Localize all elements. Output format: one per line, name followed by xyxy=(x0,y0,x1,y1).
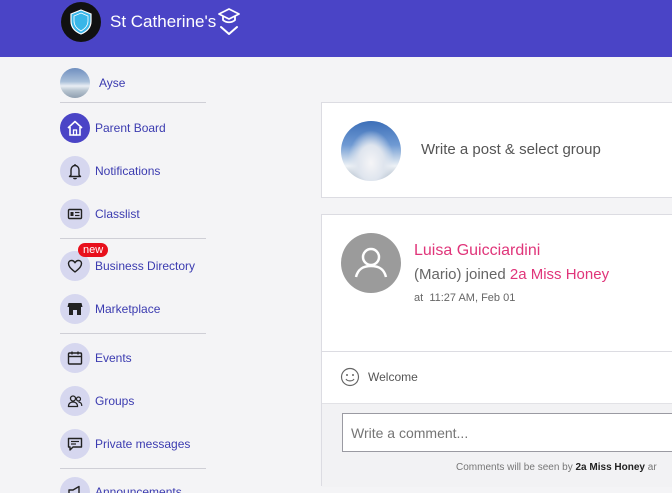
sidebar-user-profile[interactable]: Ayse xyxy=(60,67,210,99)
storefront-icon xyxy=(60,294,90,324)
note-group: 2a Miss Honey xyxy=(575,462,645,473)
sidebar-item-label: Groups xyxy=(95,394,135,408)
divider xyxy=(60,468,206,469)
default-user-icon xyxy=(354,247,388,278)
time-prefix: at xyxy=(414,292,424,304)
top-bar: St Catherine's xyxy=(0,0,672,57)
divider xyxy=(322,351,672,352)
smiley-icon xyxy=(340,367,360,387)
post-author-name[interactable]: Luisa Guicciardini xyxy=(414,242,540,260)
id-card-icon xyxy=(60,199,90,229)
sidebar-item-private-messages[interactable]: Private messages xyxy=(60,428,210,460)
school-name[interactable]: St Catherine's xyxy=(110,12,216,32)
note-prefix: Comments will be seen by xyxy=(456,462,573,473)
comment-section: Comments will be seen by 2a Miss Honey a… xyxy=(322,403,672,487)
sidebar-item-label: Classlist xyxy=(95,207,140,221)
sidebar-item-label: Marketplace xyxy=(95,302,161,316)
composer-prompt[interactable]: Write a post & select group xyxy=(421,141,601,158)
home-icon xyxy=(60,113,90,143)
post-author-avatar[interactable] xyxy=(341,233,401,293)
sidebar-item-groups[interactable]: Groups xyxy=(60,385,210,417)
divider xyxy=(60,102,206,103)
sidebar-item-label: Events xyxy=(95,351,132,365)
megaphone-icon xyxy=(60,477,90,493)
sidebar-item-label: Parent Board xyxy=(95,121,166,135)
sidebar-item-label: Notifications xyxy=(95,164,161,178)
note-suffix: ar xyxy=(647,462,657,473)
sidebar-item-marketplace[interactable]: Marketplace xyxy=(60,293,210,325)
post-timestamp: at 11:27 AM, Feb 01 xyxy=(414,292,515,304)
sidebar-item-events[interactable]: Events xyxy=(60,342,210,374)
sidebar-item-parent-board[interactable]: Parent Board xyxy=(60,112,210,144)
new-badge: new xyxy=(78,243,109,257)
sidebar-item-announcements[interactable]: Announcements xyxy=(60,476,210,493)
user-name: Ayse xyxy=(99,76,126,90)
sidebar-item-label: Business Directory xyxy=(95,259,196,273)
post-text: (Mario) joined xyxy=(414,266,506,283)
post-body: (Mario) joined 2a Miss Honey xyxy=(414,266,609,283)
welcome-reaction-button[interactable]: Welcome xyxy=(340,367,418,387)
sidebar-item-classlist[interactable]: Classlist xyxy=(60,198,210,230)
divider xyxy=(60,333,206,334)
reaction-label: Welcome xyxy=(368,370,418,384)
school-logo[interactable] xyxy=(61,2,101,42)
divider xyxy=(60,238,206,239)
post-group-link[interactable]: 2a Miss Honey xyxy=(510,266,609,283)
bell-icon xyxy=(60,156,90,186)
sidebar-item-label: Announcements xyxy=(95,485,182,493)
comment-input[interactable] xyxy=(342,413,672,452)
feed-post: Luisa Guicciardini (Mario) joined 2a Mis… xyxy=(321,214,672,487)
composer-avatar xyxy=(341,121,401,181)
comment-visibility-note: Comments will be seen by 2a Miss Honey a… xyxy=(456,462,657,473)
user-avatar xyxy=(60,68,90,98)
sidebar-item-label: Private messages xyxy=(95,437,191,451)
people-icon xyxy=(60,386,90,416)
graduation-cap-switch-icon[interactable] xyxy=(217,6,241,38)
sidebar-item-notifications[interactable]: Notifications xyxy=(60,155,210,187)
calendar-icon xyxy=(60,343,90,373)
time-value: 11:27 AM, Feb 01 xyxy=(429,292,516,304)
chat-bubble-icon xyxy=(60,429,90,459)
post-composer[interactable]: Write a post & select group xyxy=(321,102,672,198)
shield-icon xyxy=(70,9,92,35)
